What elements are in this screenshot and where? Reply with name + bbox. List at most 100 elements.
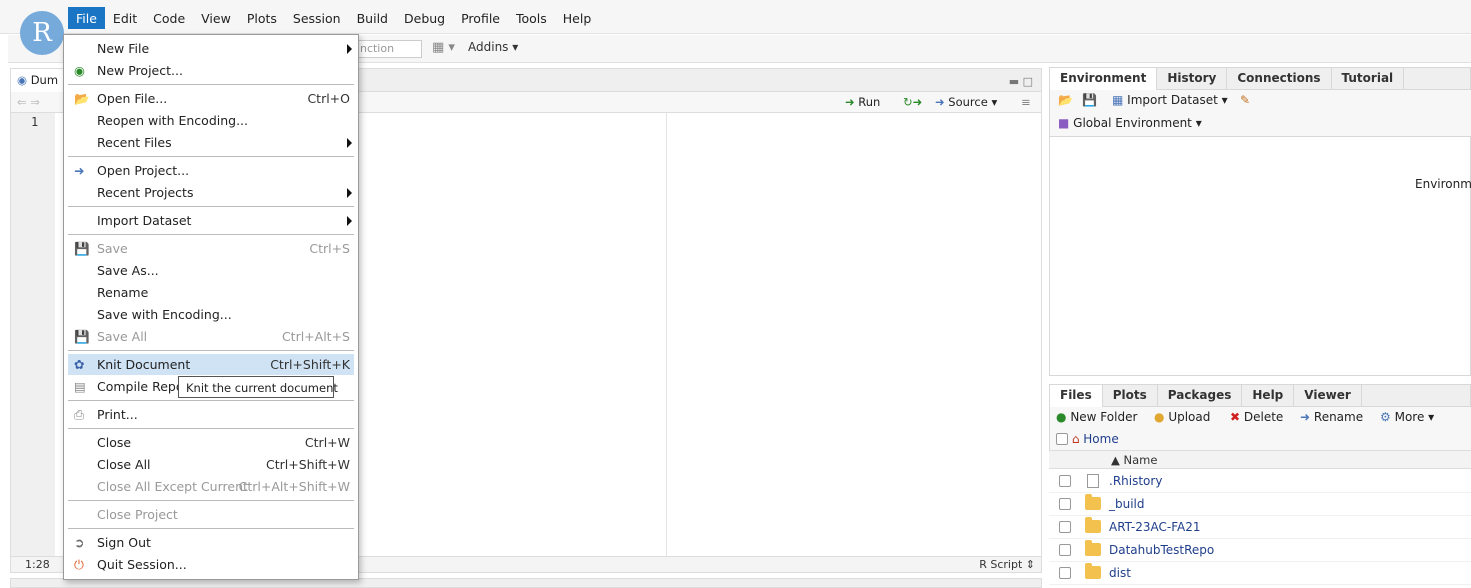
- menu-session[interactable]: Session: [285, 7, 349, 29]
- menu-item-save-all: 💾 Save All Ctrl+Alt+S: [68, 326, 354, 347]
- outline-icon[interactable]: ≡: [1021, 95, 1031, 109]
- file-name[interactable]: .Rhistory: [1109, 474, 1162, 488]
- menu-item-save-encoding[interactable]: Save with Encoding...: [68, 304, 354, 325]
- new-file-label: New File: [97, 41, 150, 56]
- row-checkbox[interactable]: [1059, 475, 1071, 487]
- rename-button[interactable]: ➜ Rename: [1300, 410, 1363, 424]
- print-icon: ⎙: [74, 407, 85, 422]
- run-label: Run: [858, 95, 881, 109]
- menubar: File Edit Code View Plots Session Build …: [0, 0, 1471, 34]
- menu-debug[interactable]: Debug: [396, 7, 453, 29]
- global-env-selector[interactable]: ■ Global Environment ▾: [1058, 116, 1202, 130]
- menu-item-new-project[interactable]: ◉ New Project...: [68, 60, 354, 81]
- menu-separator: [68, 206, 354, 207]
- file-row[interactable]: _build: [1049, 493, 1471, 516]
- pane-maximize-icon[interactable]: ▬ □: [1009, 75, 1033, 88]
- menu-item-import-dataset[interactable]: Import Dataset: [68, 210, 354, 231]
- rerun-icon[interactable]: ↻➜: [903, 95, 922, 109]
- tab-tutorial[interactable]: Tutorial: [1332, 68, 1405, 90]
- tab-packages[interactable]: Packages: [1158, 385, 1243, 407]
- save-encoding-label: Save with Encoding...: [97, 307, 232, 322]
- tab-environment[interactable]: Environment: [1050, 68, 1158, 90]
- table-icon: ▦: [1112, 93, 1124, 107]
- menu-file[interactable]: File: [68, 7, 105, 29]
- menu-item-recent-projects[interactable]: Recent Projects: [68, 182, 354, 203]
- tab-history[interactable]: History: [1157, 68, 1228, 90]
- menu-build[interactable]: Build: [349, 7, 396, 29]
- menu-item-knit-document[interactable]: ✿ Knit Document Ctrl+Shift+K: [68, 354, 354, 375]
- menu-separator: [68, 156, 354, 157]
- new-folder-icon: ●: [1056, 410, 1067, 424]
- env-empty-text: Environm: [1415, 177, 1471, 191]
- menu-item-quit-session[interactable]: ⏻ Quit Session...: [68, 554, 354, 575]
- back-forward-icon[interactable]: ⇐ ⇒: [17, 95, 40, 109]
- file-row[interactable]: .Rhistory: [1049, 470, 1471, 493]
- menu-item-open-file[interactable]: 📂 Open File... Ctrl+O: [68, 88, 354, 109]
- file-name[interactable]: DatahubTestRepo: [1109, 543, 1214, 557]
- editor-doc-tab[interactable]: ◉ Dum: [11, 69, 66, 92]
- import-dataset-button[interactable]: ▦ Import Dataset ▾: [1112, 93, 1228, 107]
- menu-plots[interactable]: Plots: [239, 7, 285, 29]
- menu-tools[interactable]: Tools: [508, 7, 555, 29]
- print-label: Print...: [97, 407, 138, 422]
- source-icon: ➜: [935, 95, 945, 109]
- tab-plots[interactable]: Plots: [1103, 385, 1158, 407]
- file-type-selector[interactable]: R Script ⇕: [979, 558, 1035, 571]
- menu-item-print[interactable]: ⎙ Print...: [68, 404, 354, 425]
- workspace-panes-icon[interactable]: ▦ ▾: [432, 40, 455, 55]
- menu-item-save: 💾 Save Ctrl+S: [68, 238, 354, 259]
- file-name[interactable]: dist: [1109, 566, 1131, 580]
- run-button[interactable]: ➜ Run: [845, 95, 880, 109]
- close-except-label: Close All Except Current: [97, 479, 248, 494]
- menu-item-close[interactable]: Close Ctrl+W: [68, 432, 354, 453]
- addins-button[interactable]: Addins ▾: [468, 40, 518, 54]
- folder-icon: [1085, 563, 1101, 579]
- compile-label: Compile Repo: [97, 379, 184, 394]
- rename-label: Rename: [1313, 410, 1364, 424]
- menu-edit[interactable]: Edit: [105, 7, 145, 29]
- name-column-header[interactable]: ▲ Name: [1111, 453, 1157, 467]
- file-type-label: R Script: [979, 558, 1023, 571]
- source-button[interactable]: ➜ Source ▾: [935, 95, 997, 109]
- load-workspace-icon[interactable]: 📂: [1058, 93, 1073, 107]
- tab-viewer[interactable]: Viewer: [1294, 385, 1362, 407]
- more-button[interactable]: ⚙ More ▾: [1380, 410, 1434, 424]
- menu-item-rename[interactable]: Rename: [68, 282, 354, 303]
- file-row[interactable]: ART-23AC-FA21: [1049, 516, 1471, 539]
- upload-button[interactable]: ● Upload: [1154, 410, 1210, 424]
- recent-files-label: Recent Files: [97, 135, 172, 150]
- file-row[interactable]: dist: [1049, 562, 1471, 585]
- save-shortcut: Ctrl+S: [309, 241, 350, 256]
- tab-help[interactable]: Help: [1242, 385, 1295, 407]
- menu-item-recent-files[interactable]: Recent Files: [68, 132, 354, 153]
- menu-item-close-all[interactable]: Close All Ctrl+Shift+W: [68, 454, 354, 475]
- file-name[interactable]: _build: [1109, 497, 1145, 511]
- file-row[interactable]: DatahubTestRepo: [1049, 539, 1471, 562]
- menu-item-new-file[interactable]: New File: [68, 38, 354, 59]
- save-workspace-icon[interactable]: 💾: [1082, 93, 1097, 107]
- menu-item-save-as[interactable]: Save As...: [68, 260, 354, 281]
- files-toolbar: ● New Folder ● Upload ✖ Delete ➜ Rename …: [1049, 407, 1471, 450]
- row-checkbox[interactable]: [1059, 567, 1071, 579]
- upload-label: Upload: [1168, 410, 1211, 424]
- menu-profile[interactable]: Profile: [453, 7, 508, 29]
- open-project-icon: ➜: [74, 163, 85, 178]
- menu-item-reopen-encoding[interactable]: Reopen with Encoding...: [68, 110, 354, 131]
- row-checkbox[interactable]: [1059, 498, 1071, 510]
- row-checkbox[interactable]: [1059, 521, 1071, 533]
- menu-code[interactable]: Code: [145, 7, 193, 29]
- menu-view[interactable]: View: [193, 7, 239, 29]
- menu-item-open-project[interactable]: ➜ Open Project...: [68, 160, 354, 181]
- select-all-checkbox[interactable]: [1056, 433, 1068, 445]
- tab-files[interactable]: Files: [1050, 385, 1103, 407]
- menu-help[interactable]: Help: [555, 7, 600, 29]
- menu-item-sign-out[interactable]: ➲ Sign Out: [68, 532, 354, 553]
- tab-connections[interactable]: Connections: [1227, 68, 1332, 90]
- broom-icon[interactable]: ✎: [1240, 93, 1250, 107]
- new-folder-button[interactable]: ● New Folder: [1056, 410, 1137, 424]
- menu-separator: [68, 84, 354, 85]
- home-breadcrumb[interactable]: ⌂ Home: [1056, 431, 1119, 446]
- delete-button[interactable]: ✖ Delete: [1230, 410, 1283, 424]
- file-name[interactable]: ART-23AC-FA21: [1109, 520, 1201, 534]
- row-checkbox[interactable]: [1059, 544, 1071, 556]
